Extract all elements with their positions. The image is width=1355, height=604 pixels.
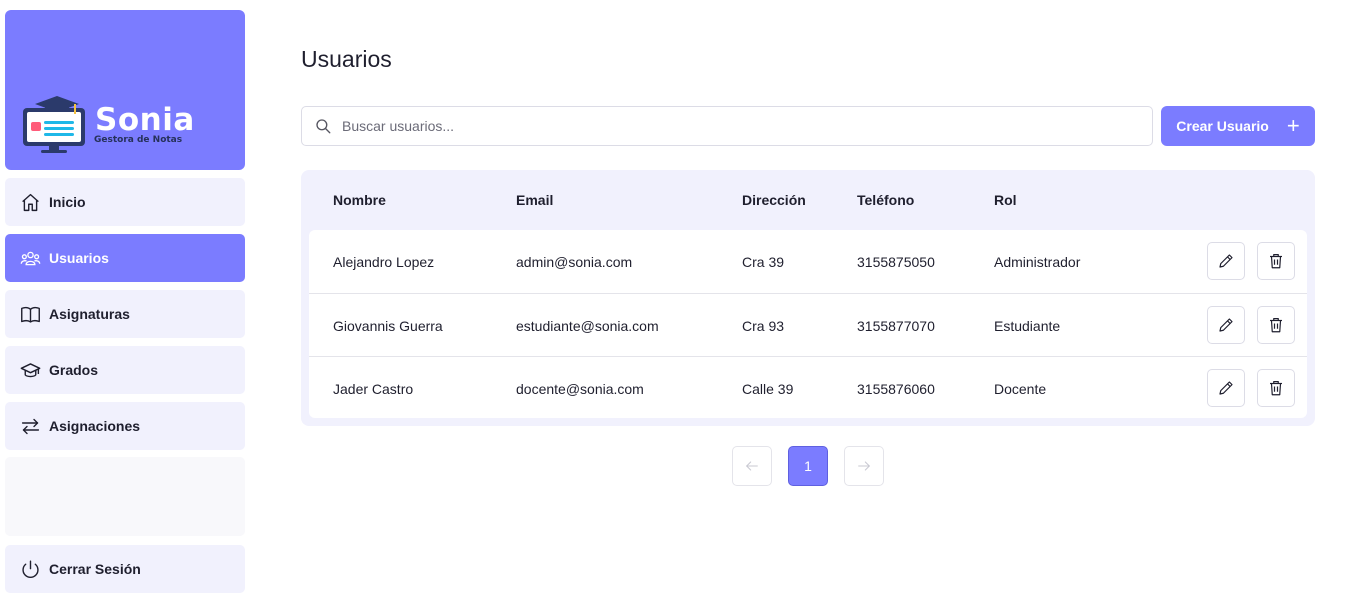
sidebar-item-label: Usuarios (49, 250, 109, 266)
brand-name: Sonia (95, 102, 195, 138)
sidebar-item-label: Asignaturas (49, 306, 130, 322)
home-icon (19, 191, 41, 213)
cell-nombre: Giovannis Guerra (333, 318, 443, 334)
cell-email: estudiante@sonia.com (516, 318, 659, 334)
column-header-nombre: Nombre (333, 192, 386, 208)
edit-button[interactable] (1207, 369, 1245, 407)
trash-icon (1270, 318, 1282, 333)
column-header-direccion: Dirección (742, 192, 806, 208)
cell-telefono: 3155876060 (857, 381, 935, 397)
table-row: Alejandro Lopez admin@sonia.com Cra 39 3… (309, 230, 1307, 293)
sidebar-spacer (5, 457, 245, 536)
logout-button[interactable]: Cerrar Sesión (5, 545, 245, 593)
cell-telefono: 3155875050 (857, 254, 935, 270)
trash-icon (1270, 254, 1282, 269)
table-header: Nombre Email Dirección Teléfono Rol (301, 170, 1315, 230)
logout-label: Cerrar Sesión (49, 561, 141, 577)
pencil-icon (1219, 254, 1233, 268)
sidebar-item-asignaturas[interactable]: Asignaturas (5, 290, 245, 338)
sidebar-item-inicio[interactable]: Inicio (5, 178, 245, 226)
cell-direccion: Cra 39 (742, 254, 785, 270)
brand-subtitle: Gestora de Notas (94, 135, 183, 145)
cell-telefono: 3155877070 (857, 318, 935, 334)
delete-button[interactable] (1257, 242, 1295, 280)
main-content: Usuarios Crear Usuario + Nombre Email Di… (301, 0, 1315, 604)
arrow-left-icon (746, 461, 758, 471)
column-header-rol: Rol (994, 192, 1017, 208)
edit-button[interactable] (1207, 242, 1245, 280)
cell-rol: Docente (994, 381, 1047, 397)
sidebar-item-label: Inicio (49, 194, 86, 210)
sidebar-item-label: Asignaciones (49, 418, 141, 434)
sidebar-item-grados[interactable]: Grados (5, 346, 245, 394)
delete-button[interactable] (1257, 306, 1295, 344)
trash-icon (1270, 381, 1282, 396)
power-icon (19, 558, 41, 580)
sidebar-item-label: Grados (49, 362, 99, 378)
cell-rol: Administrador (994, 254, 1081, 270)
search-icon (316, 119, 331, 134)
next-page-button[interactable] (844, 446, 884, 486)
sidebar-item-usuarios[interactable]: Usuarios (5, 234, 245, 282)
pencil-icon (1219, 381, 1233, 395)
table-row: Giovannis Guerra estudiante@sonia.com Cr… (309, 293, 1307, 356)
users-icon (19, 247, 41, 269)
graduation-cap-icon (19, 359, 41, 381)
logo-monitor-icon (23, 96, 85, 153)
search-input[interactable] (342, 118, 1122, 134)
logo-card: Sonia Gestora de Notas (5, 10, 245, 170)
search-bar[interactable] (301, 106, 1153, 146)
arrows-swap-icon (19, 415, 41, 437)
cell-nombre: Jader Castro (333, 381, 414, 397)
create-user-button[interactable]: Crear Usuario + (1161, 106, 1315, 146)
create-user-label: Crear Usuario (1176, 118, 1269, 134)
prev-page-button[interactable] (732, 446, 772, 486)
table-body: Alejandro Lopez admin@sonia.com Cra 39 3… (309, 230, 1307, 418)
cell-email: docente@sonia.com (516, 381, 644, 397)
cell-nombre: Alejandro Lopez (333, 254, 435, 270)
column-header-email: Email (516, 192, 554, 208)
arrow-right-icon (858, 461, 870, 471)
cell-direccion: Calle 39 (742, 381, 794, 397)
cell-direccion: Cra 93 (742, 318, 785, 334)
plus-icon: + (1286, 113, 1300, 138)
column-header-telefono: Teléfono (857, 192, 915, 208)
sidebar: Sonia Gestora de Notas Inicio Usuarios A… (5, 10, 245, 593)
page-number-button[interactable]: 1 (788, 446, 828, 486)
sidebar-item-asignaciones[interactable]: Asignaciones (5, 402, 245, 450)
table-row: Jader Castro docente@sonia.com Calle 39 … (309, 356, 1307, 419)
cell-rol: Estudiante (994, 318, 1061, 334)
book-icon (19, 303, 41, 325)
delete-button[interactable] (1257, 369, 1295, 407)
pencil-icon (1219, 318, 1233, 332)
edit-button[interactable] (1207, 306, 1245, 344)
page-title: Usuarios (301, 46, 392, 72)
cell-email: admin@sonia.com (516, 254, 633, 270)
users-table: Nombre Email Dirección Teléfono Rol Alej… (301, 170, 1315, 426)
